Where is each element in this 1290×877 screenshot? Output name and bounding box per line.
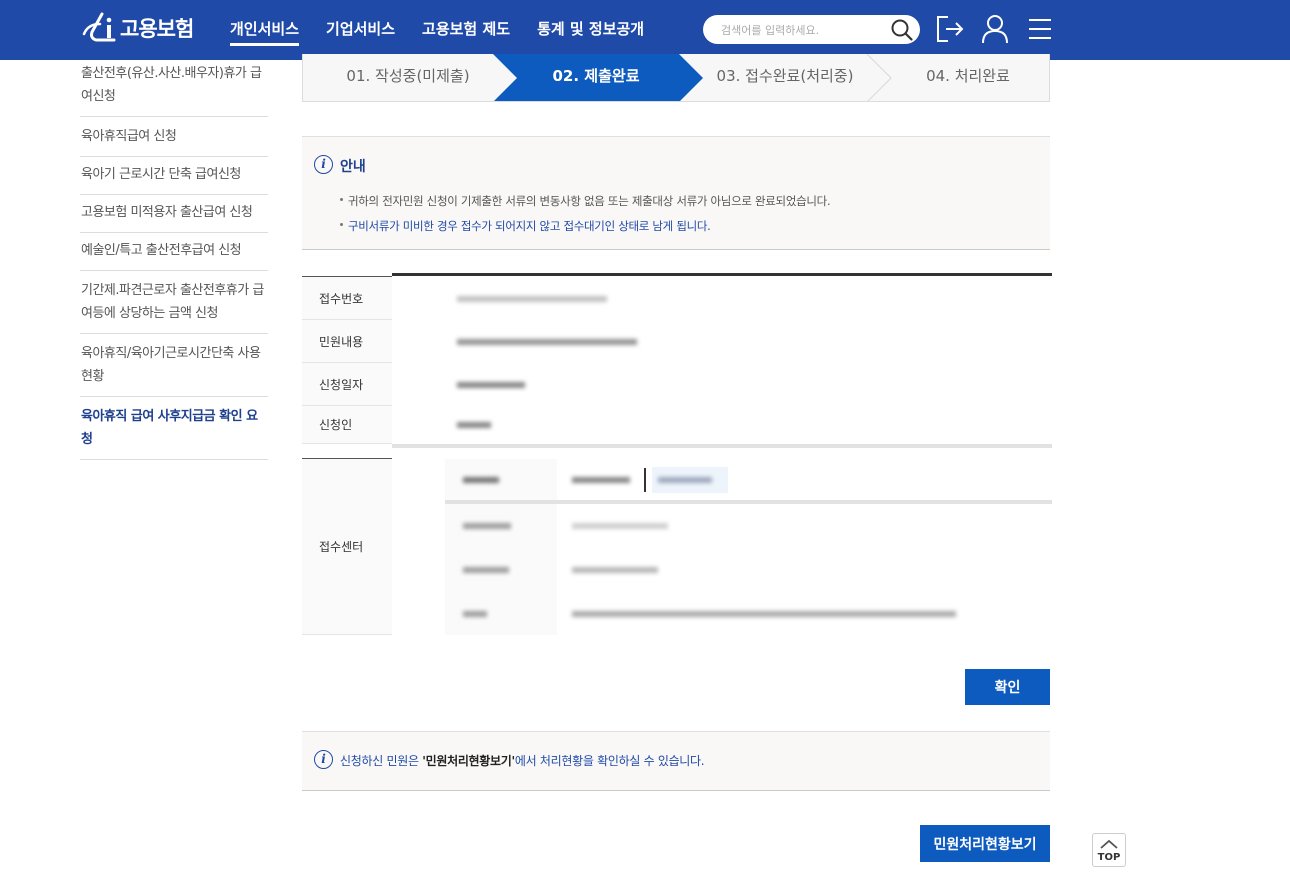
main-nav: 개인서비스 기업서비스 고용보험 제도 통계 및 정보공개 xyxy=(230,0,671,60)
center-sub-label-4 xyxy=(445,592,557,635)
nav-personal-service[interactable]: 개인서비스 xyxy=(230,0,300,60)
status-guide-notice: i 신청하신 민원은 '민원처리현황보기'에서 처리현황을 확인하실 수 있습니… xyxy=(302,731,1050,791)
notice-title: 안내 xyxy=(340,159,366,175)
side-item-uninsured-birth[interactable]: 고용보험 미적용자 출산급여 신청 xyxy=(80,195,268,233)
label-petition-content: 민원내용 xyxy=(302,320,392,363)
nav-insurance-system[interactable]: 고용보험 제도 xyxy=(422,0,510,60)
info-icon: i xyxy=(314,155,333,174)
top-header: 고용보험 개인서비스 기업서비스 고용보험 제도 통계 및 정보공개 xyxy=(0,0,1290,60)
side-item-usage-status[interactable]: 육아휴직/육아기근로시간단축 사용현황 xyxy=(80,334,268,397)
search-input[interactable] xyxy=(721,20,881,40)
side-item-reduced-hours[interactable]: 육아기 근로시간 단축 급여신청 xyxy=(80,157,268,195)
side-item-parental-leave[interactable]: 육아휴직급여 신청 xyxy=(80,117,268,157)
step-2-submitted: 02. 제출완료 xyxy=(552,67,640,85)
label-receipt-number: 접수번호 xyxy=(302,277,392,320)
notice-line-1: 귀하의 전자민원 신청이 기제출한 서류의 변동사항 없음 또는 제출대상 서류… xyxy=(340,193,831,209)
view-petition-status-button[interactable]: 민원처리현황보기 xyxy=(920,825,1050,862)
scroll-top-button[interactable]: TOP xyxy=(1092,833,1126,867)
chevron-up-icon xyxy=(1100,839,1118,849)
step-4-completed: 04. 처리완료 xyxy=(926,67,1010,85)
logout-icon[interactable] xyxy=(935,13,965,45)
info-icon: i xyxy=(314,750,333,769)
center-sub-label-2 xyxy=(445,504,557,548)
logo-text: 고용보험 xyxy=(120,17,194,41)
top-label: TOP xyxy=(1097,852,1121,863)
application-detail-table: 접수번호 민원내용 신청일자 신청인 접수센터 xyxy=(302,273,1052,635)
step-3-received: 03. 접수완료(처리중) xyxy=(716,67,854,85)
site-logo[interactable]: 고용보험 xyxy=(80,10,194,46)
logo-mark-icon xyxy=(80,10,120,46)
side-item-artist-birth[interactable]: 예술인/특고 출산전후급여 신청 xyxy=(80,233,268,271)
label-applicant: 신청인 xyxy=(302,406,392,444)
nav-company-service[interactable]: 기업서비스 xyxy=(326,0,395,60)
center-value-3 xyxy=(560,548,1052,592)
side-item-deferred-payment[interactable]: 육아휴직 급여 사후지급금 확인 요청 xyxy=(80,397,268,460)
status-guide-text: 신청하신 민원은 '민원처리현황보기'에서 처리현황을 확인하실 수 있습니다. xyxy=(340,754,705,768)
step-1-draft: 01. 작성중(미제출) xyxy=(346,67,470,85)
guide-notice: i 안내 귀하의 전자민원 신청이 기제출한 서류의 변동사항 없음 또는 제출… xyxy=(302,136,1050,250)
center-value-2 xyxy=(560,504,1052,548)
value-apply-date xyxy=(445,363,1052,406)
value-applicant xyxy=(445,406,1052,444)
center-value-4 xyxy=(560,592,1052,635)
center-sub-label-1 xyxy=(445,459,557,500)
menu-icon[interactable] xyxy=(1025,13,1055,45)
center-value-1 xyxy=(560,459,1052,500)
search-box xyxy=(703,15,920,44)
side-item-temp-worker[interactable]: 기간제.파견근로자 출산전후휴가 급여등에 상당하는 금액 신청 xyxy=(80,271,268,334)
search-icon[interactable] xyxy=(890,18,914,42)
notice-line-2: 구비서류가 미비한 경우 접수가 되어지지 않고 접수대기인 상태로 남게 됩니… xyxy=(340,218,711,234)
label-apply-date: 신청일자 xyxy=(302,363,392,406)
value-receipt-number xyxy=(445,277,1052,320)
center-sub-label-3 xyxy=(445,548,557,592)
side-menu: 출산전후(유산.사산.배우자)휴가 급여신청 육아휴직급여 신청 육아기 근로시… xyxy=(80,60,268,460)
confirm-button[interactable]: 확인 xyxy=(965,669,1050,705)
value-petition-content xyxy=(445,320,1052,363)
progress-steps: 01. 작성중(미제출) 02. 제출완료 03. 접수완료(처리중) 04. … xyxy=(302,54,1050,102)
user-icon[interactable] xyxy=(980,13,1010,45)
side-item-maternity-leave[interactable]: 출산전후(유산.사산.배우자)휴가 급여신청 xyxy=(80,60,268,117)
label-reception-center: 접수센터 xyxy=(302,459,392,635)
nav-statistics[interactable]: 통계 및 정보공개 xyxy=(537,0,644,60)
